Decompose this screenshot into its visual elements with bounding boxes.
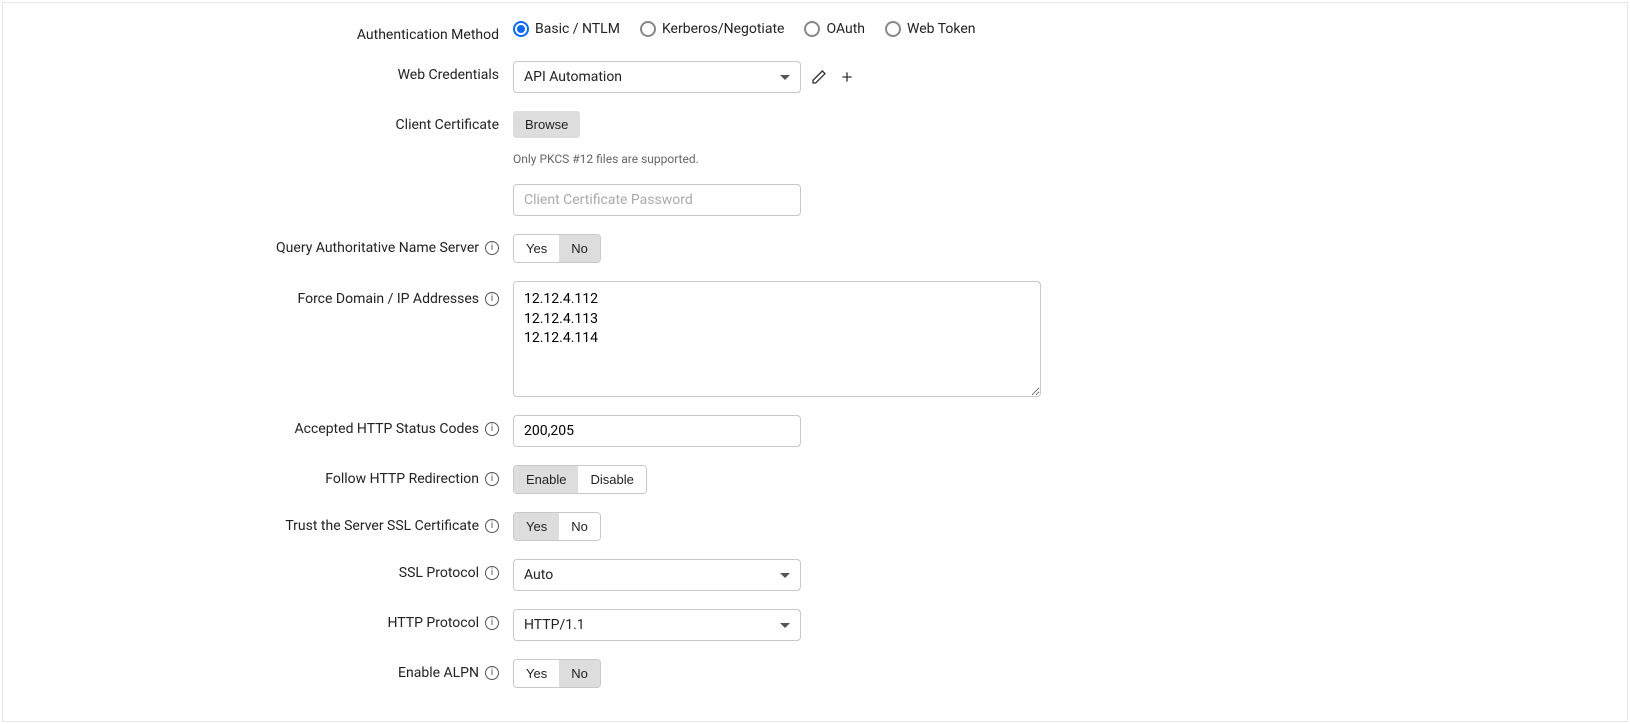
label-query-auth-ns: Query Authoritative Name Server [276, 240, 479, 256]
toggle-no[interactable]: No [559, 660, 600, 687]
plus-icon [839, 69, 855, 85]
row-http-protocol: HTTP Protocol i HTTP/1.1 [3, 609, 1627, 641]
auth-method-radio-group: Basic / NTLM Kerberos/Negotiate OAuth We… [513, 21, 975, 37]
row-auth-method: Authentication Method Basic / NTLM Kerbe… [3, 21, 1627, 43]
edit-credential-button[interactable] [809, 67, 829, 87]
label-follow-redir: Follow HTTP Redirection [325, 471, 479, 487]
label-trust-ssl: Trust the Server SSL Certificate [285, 518, 479, 534]
info-icon[interactable]: i [485, 616, 499, 630]
follow-redir-toggle: Enable Disable [513, 465, 647, 494]
radio-label: Web Token [907, 21, 975, 37]
toggle-no[interactable]: No [559, 513, 600, 540]
ssl-protocol-select[interactable]: Auto [513, 559, 801, 591]
client-cert-password-input[interactable] [513, 184, 801, 216]
http-protocol-select[interactable]: HTTP/1.1 [513, 609, 801, 641]
chevron-down-icon [780, 75, 790, 80]
select-value: API Automation [524, 69, 622, 85]
browse-button[interactable]: Browse [513, 111, 580, 138]
radio-icon [885, 21, 901, 37]
info-icon[interactable]: i [485, 666, 499, 680]
row-force-domain: Force Domain / IP Addresses i [3, 281, 1627, 397]
select-value: HTTP/1.1 [524, 617, 585, 633]
label-ssl-protocol: SSL Protocol [399, 565, 479, 581]
row-query-auth-ns: Query Authoritative Name Server i Yes No [3, 234, 1627, 263]
radio-icon-selected [513, 21, 529, 37]
row-web-credentials: Web Credentials API Automation [3, 61, 1627, 93]
query-auth-ns-toggle: Yes No [513, 234, 601, 263]
toggle-yes[interactable]: Yes [514, 660, 559, 687]
row-trust-ssl: Trust the Server SSL Certificate i Yes N… [3, 512, 1627, 541]
row-client-certificate: Client Certificate Browse Only PKCS #12 … [3, 111, 1627, 166]
row-ssl-protocol: SSL Protocol i Auto [3, 559, 1627, 591]
label-force-domain: Force Domain / IP Addresses [297, 291, 479, 307]
toggle-enable[interactable]: Enable [514, 466, 578, 493]
label-client-certificate: Client Certificate [3, 111, 513, 133]
enable-alpn-toggle: Yes No [513, 659, 601, 688]
info-icon[interactable]: i [485, 422, 499, 436]
toggle-yes[interactable]: Yes [514, 513, 559, 540]
radio-label: Kerberos/Negotiate [662, 21, 785, 37]
radio-kerberos[interactable]: Kerberos/Negotiate [640, 21, 785, 37]
trust-ssl-toggle: Yes No [513, 512, 601, 541]
radio-oauth[interactable]: OAuth [804, 21, 865, 37]
info-icon[interactable]: i [485, 519, 499, 533]
radio-label: Basic / NTLM [535, 21, 620, 37]
info-icon[interactable]: i [485, 472, 499, 486]
add-credential-button[interactable] [837, 67, 857, 87]
info-icon[interactable]: i [485, 292, 499, 306]
radio-web-token[interactable]: Web Token [885, 21, 975, 37]
row-accepted-http: Accepted HTTP Status Codes i [3, 415, 1627, 447]
toggle-disable[interactable]: Disable [578, 466, 645, 493]
select-value: Auto [524, 567, 553, 583]
row-enable-alpn: Enable ALPN i Yes No [3, 659, 1627, 688]
radio-icon [640, 21, 656, 37]
row-follow-redir: Follow HTTP Redirection i Enable Disable [3, 465, 1627, 494]
force-domain-textarea[interactable] [513, 281, 1041, 397]
row-client-cert-password [3, 184, 1627, 216]
client-cert-hint: Only PKCS #12 files are supported. [513, 152, 699, 166]
label-accepted-http: Accepted HTTP Status Codes [294, 421, 479, 437]
web-credentials-select[interactable]: API Automation [513, 61, 801, 93]
radio-basic-ntlm[interactable]: Basic / NTLM [513, 21, 620, 37]
label-http-protocol: HTTP Protocol [388, 615, 479, 631]
radio-icon [804, 21, 820, 37]
settings-form: Authentication Method Basic / NTLM Kerbe… [2, 2, 1628, 722]
accepted-http-input[interactable] [513, 415, 801, 447]
chevron-down-icon [780, 573, 790, 578]
info-icon[interactable]: i [485, 241, 499, 255]
info-icon[interactable]: i [485, 566, 499, 580]
toggle-no[interactable]: No [559, 235, 600, 262]
pencil-icon [811, 69, 827, 85]
toggle-yes[interactable]: Yes [514, 235, 559, 262]
label-web-credentials: Web Credentials [3, 61, 513, 83]
chevron-down-icon [780, 623, 790, 628]
radio-label: OAuth [826, 21, 865, 37]
label-auth-method: Authentication Method [3, 21, 513, 43]
label-enable-alpn: Enable ALPN [398, 665, 479, 681]
